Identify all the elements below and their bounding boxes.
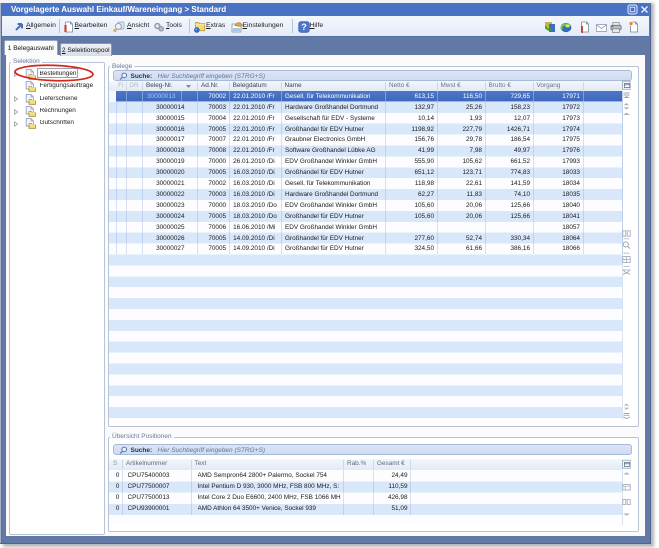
svg-text:?: ?: [301, 22, 307, 32]
